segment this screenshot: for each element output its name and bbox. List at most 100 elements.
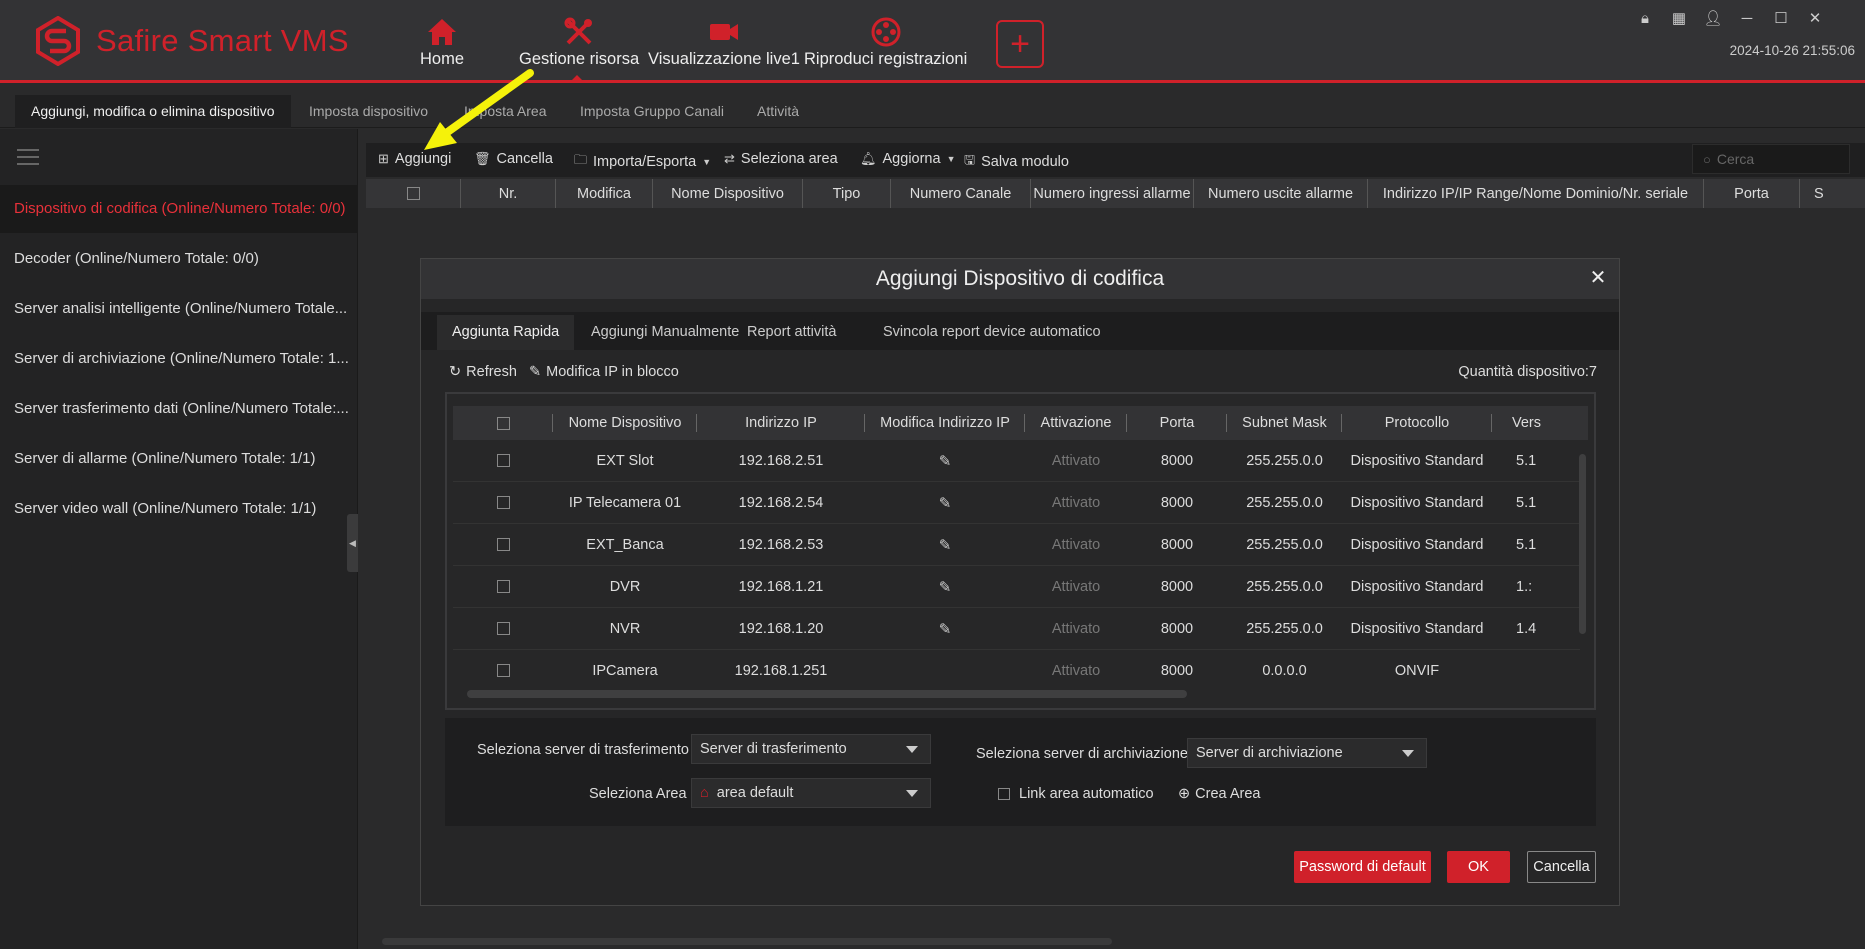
device-ip: 192.168.2.51 — [738, 452, 824, 469]
col-nome-dispositivo[interactable]: Nome Dispositivo — [553, 406, 697, 440]
bell-icon: 🔔︎ — [860, 151, 877, 166]
table-row[interactable]: EXT_Banca 192.168.2.53 ✎ Attivato 8000 2… — [453, 524, 1580, 566]
nav-home[interactable]: Home — [420, 16, 464, 69]
sidebar-item-analysis-server[interactable]: Server analisi intelligente (Online/Nume… — [0, 285, 358, 333]
col-protocollo[interactable]: Protocollo — [1342, 406, 1492, 440]
area-icon: ⇄ — [724, 151, 735, 166]
device-table-header: Nr. Modifica Nome Dispositivo Tipo Numer… — [366, 179, 1865, 208]
table-row[interactable]: DVR 192.168.1.21 ✎ Attivato 8000 255.255… — [453, 566, 1580, 608]
select-area-button[interactable]: ⇄ Seleziona area — [724, 151, 838, 167]
table-horizontal-scrollbar[interactable] — [467, 690, 1187, 698]
row-checkbox[interactable] — [496, 496, 510, 509]
tab-aggiungi-manualmente[interactable]: Aggiungi Manualmente — [576, 315, 754, 350]
nav-riproduci-registrazioni[interactable]: Riproduci registrazioni — [804, 16, 967, 69]
lock-icon[interactable]: 🔒︎ — [1635, 8, 1655, 28]
ok-button[interactable]: OK — [1447, 851, 1510, 883]
server-selection-form: Seleziona server di trasferimento Server… — [445, 718, 1596, 826]
maximize-icon[interactable]: ☐ — [1771, 8, 1791, 28]
sidebar-item-transfer-server[interactable]: Server trasferimento dati (Online/Numero… — [0, 385, 358, 433]
import-export-button[interactable]: 🗀 Importa/Esporta ▼ — [574, 151, 711, 173]
col-versione[interactable]: Vers — [1492, 406, 1588, 440]
device-ip: 192.168.1.251 — [734, 662, 828, 678]
col-porta[interactable]: Porta — [1127, 406, 1227, 440]
edit-ip-icon[interactable]: ✎ — [939, 452, 952, 470]
transfer-server-value: Server di trasferimento — [700, 741, 847, 757]
link-area-checkbox[interactable]: Link area automatico — [998, 786, 1154, 802]
sidebar-collapse-handle[interactable]: ◀ — [347, 514, 358, 572]
home-icon — [428, 19, 456, 45]
col-numero-canale[interactable]: Numero Canale — [891, 179, 1031, 208]
archive-server-select[interactable]: Server di archiviazione — [1187, 738, 1427, 768]
transfer-server-select[interactable]: Server di trasferimento — [691, 734, 931, 764]
row-checkbox[interactable] — [496, 622, 510, 635]
cancel-button[interactable]: Cancella — [1527, 851, 1596, 883]
top-header: Safire Smart VMS Home Gestione risorsa V… — [0, 0, 1865, 83]
grid-icon[interactable]: ▦ — [1669, 8, 1689, 28]
search-input[interactable] — [1716, 151, 1837, 167]
table-row[interactable]: IPCamera 192.168.1.251 Attivato 8000 0.0… — [453, 650, 1580, 677]
sidebar-item-encoding-device[interactable]: Dispositivo di codifica (Online/Numero T… — [0, 185, 358, 233]
table-row[interactable]: IP Telecamera 01 192.168.2.54 ✎ Attivato… — [453, 482, 1580, 524]
sidebar-item-decoder[interactable]: Decoder (Online/Numero Totale: 0/0) — [0, 235, 358, 283]
col-modifica[interactable]: Modifica — [556, 179, 653, 208]
update-label: Aggiorna — [882, 151, 941, 167]
tab-aggiungi-modifica[interactable]: Aggiungi, modifica o elimina dispositivo — [15, 95, 291, 128]
col-indirizzo-ip[interactable]: Indirizzo IP — [697, 406, 865, 440]
minimize-icon[interactable]: ─ — [1737, 8, 1757, 28]
col-subnet-mask[interactable]: Subnet Mask — [1227, 406, 1342, 440]
sidebar-item-storage-server[interactable]: Server di archiviazione (Online/Numero T… — [0, 335, 358, 383]
default-password-button[interactable]: Password di default — [1294, 851, 1431, 883]
area-select[interactable]: ⌂ area default — [691, 778, 931, 808]
close-icon[interactable]: ✕ — [1805, 8, 1825, 28]
tab-imposta-dispositivo[interactable]: Imposta dispositivo — [293, 95, 444, 128]
tab-report-attivita[interactable]: Report attività — [732, 315, 851, 350]
tab-imposta-gruppo-canali[interactable]: Imposta Gruppo Canali — [564, 95, 740, 128]
nav-visualizzazione-live[interactable]: Visualizzazione live1 — [648, 16, 800, 69]
col-indirizzo-ip[interactable]: Indirizzo IP/IP Range/Nome Dominio/Nr. s… — [1368, 179, 1704, 208]
checkbox[interactable] — [998, 788, 1010, 800]
table-vertical-scrollbar[interactable] — [1579, 454, 1586, 634]
col-select-all — [453, 406, 553, 440]
save-module-button[interactable]: 🖫 Salva modulo — [964, 151, 1069, 173]
row-checkbox[interactable] — [496, 538, 510, 551]
nav-gestione-risorsa[interactable]: Gestione risorsa — [519, 16, 639, 69]
table-row[interactable]: EXT Slot 192.168.2.51 ✎ Attivato 8000 25… — [453, 440, 1580, 482]
row-checkbox[interactable] — [496, 664, 510, 677]
edit-ip-icon[interactable]: ✎ — [939, 536, 952, 554]
edit-ip-icon[interactable]: ✎ — [939, 578, 952, 596]
delete-button[interactable]: 🗑︎ Cancella — [474, 151, 553, 167]
col-porta[interactable]: Porta — [1704, 179, 1800, 208]
app-logo: Safire Smart VMS — [34, 16, 349, 66]
edit-ip-icon[interactable]: ✎ — [939, 620, 952, 638]
create-area-button[interactable]: ⊕ Crea Area — [1178, 786, 1260, 802]
refresh-button[interactable]: ↻ Refresh — [449, 364, 517, 380]
col-ingressi-allarme[interactable]: Numero ingressi allarme — [1031, 179, 1194, 208]
col-attivazione[interactable]: Attivazione — [1025, 406, 1127, 440]
tab-svincola-report[interactable]: Svincola report device automatico — [868, 315, 1116, 350]
col-nome-dispositivo[interactable]: Nome Dispositivo — [653, 179, 803, 208]
table-row[interactable]: NVR 192.168.1.20 ✎ Attivato 8000 255.255… — [453, 608, 1580, 650]
update-button[interactable]: 🔔︎ Aggiorna ▼ — [860, 151, 955, 167]
menu-icon[interactable] — [17, 149, 39, 169]
row-checkbox[interactable] — [496, 454, 510, 467]
tab-aggiunta-rapida[interactable]: Aggiunta Rapida — [437, 315, 575, 350]
user-icon[interactable]: 👤︎ — [1703, 8, 1723, 28]
row-checkbox[interactable] — [496, 580, 510, 593]
add-button[interactable]: ⊞ Aggiungi — [378, 151, 451, 167]
sidebar-item-alarm-server[interactable]: Server di allarme (Online/Numero Totale:… — [0, 435, 358, 483]
sidebar-item-video-wall-server[interactable]: Server video wall (Online/Numero Totale:… — [0, 485, 358, 533]
tab-imposta-area[interactable]: Imposta Area — [448, 95, 563, 128]
tab-attivita[interactable]: Attività — [741, 95, 815, 128]
col-uscite-allarme[interactable]: Numero uscite allarme — [1194, 179, 1368, 208]
dialog-close-icon[interactable]: ✕ — [1587, 267, 1609, 289]
col-nr[interactable]: Nr. — [461, 179, 556, 208]
bulk-edit-ip-button[interactable]: ✎ Modifica IP in blocco — [529, 364, 679, 380]
main-horizontal-scrollbar[interactable] — [382, 938, 1112, 945]
col-tipo[interactable]: Tipo — [803, 179, 891, 208]
edit-ip-icon[interactable]: ✎ — [939, 494, 952, 512]
select-all-checkbox[interactable] — [406, 187, 420, 200]
select-all-devices-checkbox[interactable] — [496, 416, 510, 430]
col-s[interactable]: S — [1800, 179, 1865, 208]
add-module-button[interactable]: + — [996, 20, 1044, 68]
col-modifica-indirizzo-ip[interactable]: Modifica Indirizzo IP — [865, 406, 1025, 440]
